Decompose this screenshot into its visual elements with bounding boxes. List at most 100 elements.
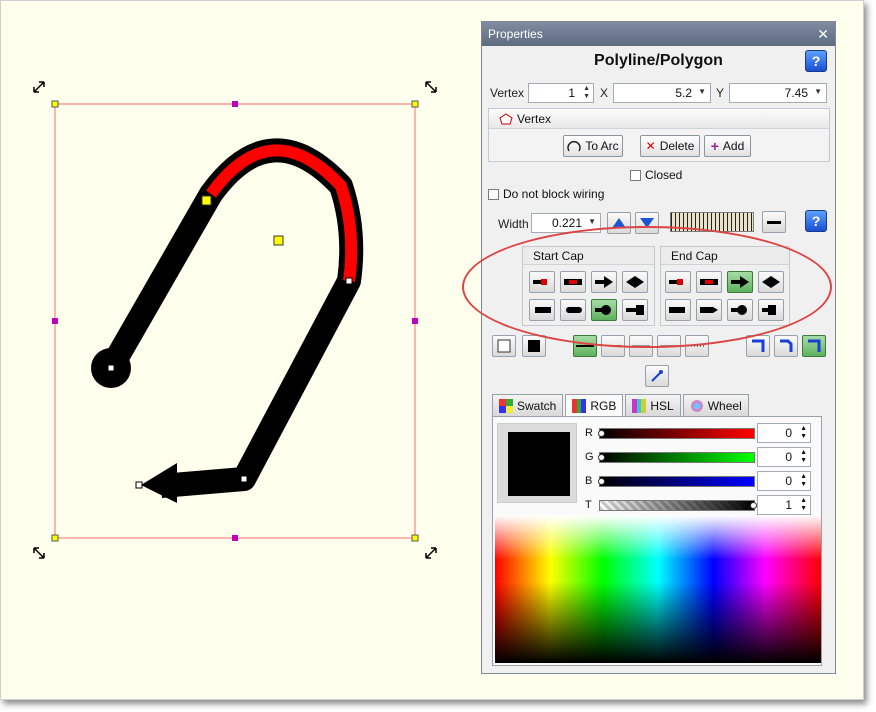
add-label: Add [722, 139, 745, 153]
window-title: Properties [488, 27, 543, 41]
checkbox-icon [630, 169, 641, 181]
start-cap-diamond[interactable] [622, 271, 648, 293]
to-arc-button[interactable]: To Arc [563, 135, 623, 157]
width-thumbwheel[interactable] [670, 212, 754, 232]
tab-rgb[interactable]: RGB [565, 394, 624, 417]
slider-t-track[interactable] [599, 499, 757, 511]
line-dash-button[interactable] [601, 335, 625, 357]
end-cap-round-end[interactable] [696, 299, 722, 321]
start-cap-round-end[interactable] [560, 299, 586, 321]
join-round-button[interactable] [802, 335, 826, 357]
delete-label: Delete [659, 139, 695, 153]
tab-wheel[interactable]: Wheel [682, 394, 749, 416]
add-button[interactable]: + Add [704, 135, 751, 157]
fill-button[interactable] [522, 335, 546, 357]
corner-handle [411, 100, 419, 108]
help-icon: ? [811, 53, 821, 69]
end-cap-flat-2[interactable] [665, 299, 691, 321]
close-icon[interactable]: ✕ [817, 26, 829, 43]
slider-r-value-field[interactable]: 0 ▲ ▼ [757, 423, 811, 443]
slider-g-value-field[interactable]: 0 ▲ ▼ [757, 447, 811, 467]
end-cap-flat[interactable] [665, 271, 691, 293]
tab-hsl[interactable]: HSL [625, 394, 681, 416]
help-icon: ? [811, 213, 821, 229]
dash-line-icon [604, 345, 622, 346]
line-dashdot-button[interactable] [657, 335, 681, 357]
rgb-panel: R 0 ▲ ▼ G 0 ▲ ▼ B 0 ▲ ▼ T 1 ▲ ▼ [492, 416, 822, 666]
eyedropper-button[interactable] [645, 365, 669, 387]
shape-type-title: Polyline/Polygon [594, 52, 723, 69]
no-fill-button[interactable] [492, 335, 516, 357]
y-field[interactable]: 7.45 ▼ [729, 83, 827, 103]
slider-g[interactable]: G 0 ▲ ▼ [585, 447, 811, 467]
slider-t[interactable]: T 1 ▲ ▼ [585, 495, 811, 515]
line-thickness-icon [767, 221, 781, 224]
slider-b-value-field[interactable]: 0 ▲ ▼ [757, 471, 811, 491]
dropdown-arrow-icon[interactable]: ▼ [698, 87, 706, 96]
delete-button[interactable]: ✕ Delete [640, 135, 700, 157]
diamond-cap-icon [626, 276, 644, 288]
end-cap-square[interactable] [696, 271, 722, 293]
slider-t-value-field[interactable]: 1 ▲ ▼ [757, 495, 811, 515]
arc-icon [567, 141, 582, 152]
round-join-icon [808, 339, 821, 352]
line-style-button[interactable] [762, 211, 786, 233]
slider-b-label: B [585, 475, 593, 487]
slider-g-label: G [585, 451, 594, 463]
y-label: Y [716, 86, 725, 100]
end-cap-arrow[interactable] [727, 271, 753, 293]
rgb-icon [572, 399, 587, 413]
dropdown-arrow-icon[interactable]: ▼ [588, 217, 596, 226]
corner-handle [51, 534, 59, 542]
start-cap-square[interactable] [560, 271, 586, 293]
block-cap-icon [762, 305, 776, 315]
color-spectrum-picker[interactable] [495, 515, 821, 663]
start-cap-flat-2[interactable] [529, 299, 555, 321]
end-cap-round[interactable] [727, 299, 753, 321]
end-cap-diamond[interactable] [758, 271, 784, 293]
width-field[interactable]: 0.221 ▼ [531, 213, 601, 233]
vertex-label: Vertex [490, 86, 525, 100]
line-solid-button[interactable] [573, 335, 597, 357]
start-cap-arrow[interactable] [591, 271, 617, 293]
slider-r[interactable]: R 0 ▲ ▼ [585, 423, 811, 443]
slider-r-label: R [585, 427, 593, 439]
slider-b-track[interactable] [598, 475, 755, 487]
width-increase-button[interactable] [607, 212, 631, 234]
closed-checkbox[interactable]: Closed [630, 168, 682, 182]
square-cap-icon [564, 279, 582, 285]
line-dotted-button[interactable] [685, 335, 709, 357]
flat-cap-icon [669, 307, 685, 313]
do-not-block-wiring-checkbox[interactable]: Do not block wiring [488, 187, 604, 201]
tab-swatch[interactable]: Swatch [492, 394, 564, 416]
end-cap-arrow [141, 463, 177, 503]
start-cap-round[interactable] [591, 299, 617, 321]
join-bevel-button[interactable] [774, 335, 798, 357]
flat-cap-icon [669, 279, 683, 285]
flat-cap-icon [533, 279, 547, 285]
start-cap-title: Start Cap [533, 248, 584, 263]
help-button[interactable]: ? [805, 50, 827, 72]
start-cap-flat[interactable] [529, 271, 555, 293]
line-dot-button[interactable] [629, 335, 653, 357]
slider-g-track[interactable] [598, 451, 755, 463]
end-cap-block[interactable] [758, 299, 784, 321]
slider-r-track[interactable] [598, 427, 755, 439]
filled-square-icon [528, 340, 540, 352]
x-field[interactable]: 5.2 ▼ [613, 83, 711, 103]
panel-heading: Polyline/Polygon ? [482, 46, 835, 76]
polygon-icon [499, 112, 513, 124]
polyline-selected-segment [206, 144, 358, 282]
vertex-group: Vertex To Arc ✕ Delete + Add [488, 108, 830, 162]
spinner-arrows-icon[interactable]: ▲ ▼ [583, 85, 590, 101]
miter-join-icon [752, 339, 765, 352]
width-help-button[interactable]: ? [805, 210, 827, 232]
join-miter-button[interactable] [746, 335, 770, 357]
width-decrease-button[interactable] [635, 212, 659, 234]
start-cap-block[interactable] [622, 299, 648, 321]
vertex-handle [107, 364, 115, 372]
start-cap-group: Start Cap [522, 246, 655, 326]
slider-b[interactable]: B 0 ▲ ▼ [585, 471, 811, 491]
vertex-index-spinner[interactable]: 1 ▲ ▼ [528, 83, 594, 103]
dropdown-arrow-icon[interactable]: ▼ [814, 87, 822, 96]
